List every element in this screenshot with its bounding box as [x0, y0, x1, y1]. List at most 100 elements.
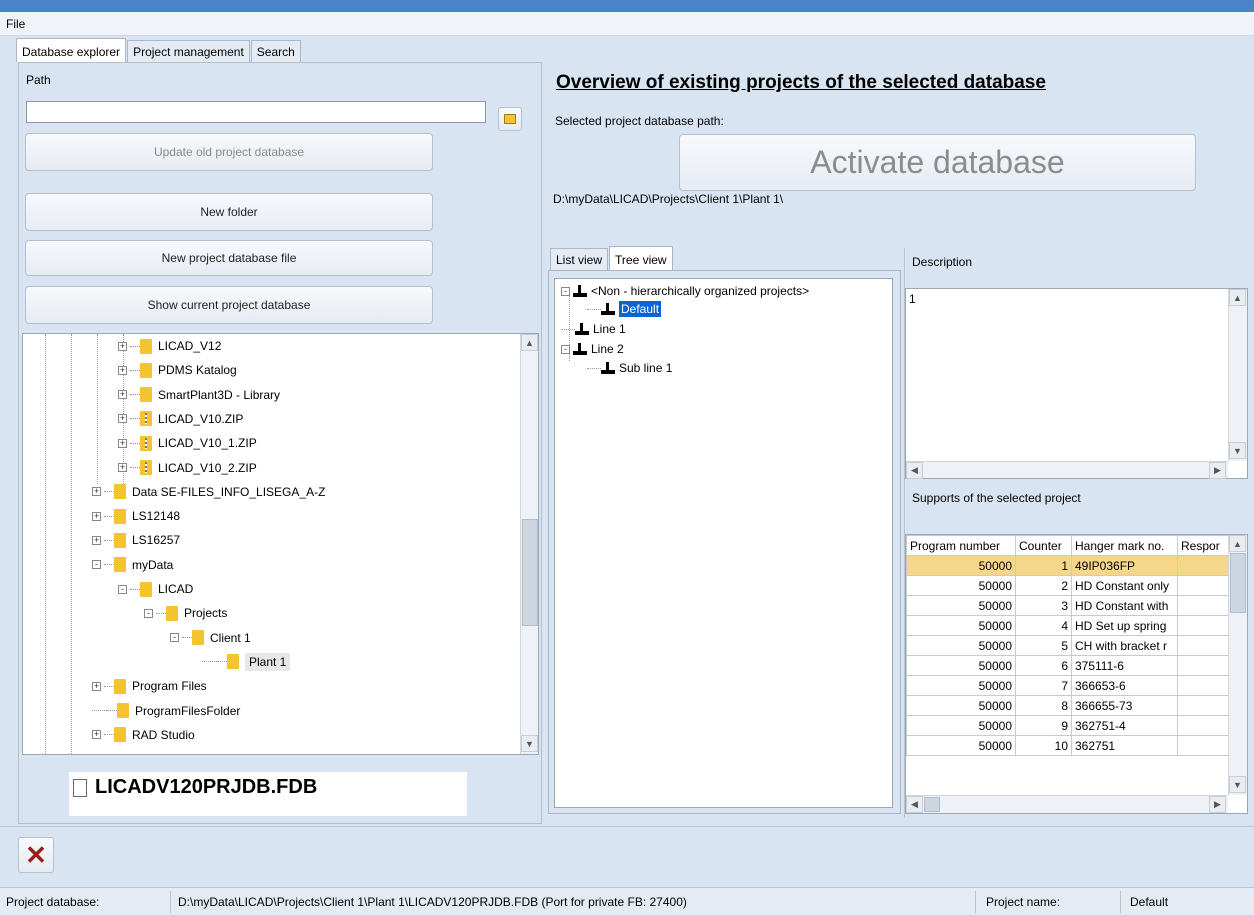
scroll-up-icon[interactable]: ▲: [1229, 289, 1246, 306]
table-row[interactable]: 50000 9 362751-4: [906, 715, 1232, 736]
scroll-up-icon[interactable]: ▲: [1229, 535, 1246, 552]
table-row[interactable]: 50000 1 49IP036FP: [906, 555, 1232, 576]
project-tree[interactable]: - <Non - hierarchically organized project…: [554, 278, 893, 808]
tab-list-view[interactable]: List view: [550, 248, 609, 270]
folder-tree[interactable]: + LICAD_V12 + PDMS Katalog + SmartPlant3D - L…: [22, 333, 539, 755]
table-row[interactable]: 50000 7 366653-6: [906, 675, 1232, 696]
scroll-up-icon[interactable]: ▲: [521, 334, 538, 351]
table-cell: 1: [1015, 555, 1072, 576]
column-header[interactable]: Respor: [1177, 535, 1232, 556]
collapse-icon[interactable]: -: [170, 633, 179, 643]
expand-icon[interactable]: +: [118, 365, 127, 375]
tab-project-management[interactable]: Project management: [127, 40, 250, 62]
folder-tree-item[interactable]: Plant 1: [202, 650, 291, 674]
scroll-right-icon[interactable]: ▶: [1209, 796, 1226, 813]
tab-search[interactable]: Search: [250, 40, 301, 62]
folder-tree-item[interactable]: - Client 1: [170, 626, 251, 650]
file-name: LICADV120PRJDB.FDB: [95, 776, 318, 798]
right-panel: Overview of existing projects of the sel…: [545, 62, 1254, 824]
scroll-thumb[interactable]: [924, 797, 940, 812]
folder-tree-item[interactable]: + LS12148: [92, 504, 180, 528]
collapse-icon[interactable]: -: [144, 608, 153, 618]
expand-icon[interactable]: +: [92, 511, 101, 521]
description-vscroll[interactable]: ▲ ▼: [1228, 289, 1247, 461]
folder-icon: [166, 605, 178, 621]
scroll-thumb[interactable]: [1230, 553, 1246, 613]
expand-icon[interactable]: +: [92, 535, 101, 545]
folder-tree-label: ProgramFilesFolder: [135, 703, 241, 718]
path-input[interactable]: [26, 101, 486, 123]
folder-tree-item[interactable]: + LICAD_V10_2.ZIP: [118, 456, 257, 480]
scroll-down-icon[interactable]: ▼: [521, 735, 538, 752]
folder-tree-scrollbar[interactable]: ▲ ▼: [520, 334, 538, 754]
table-cell: 50000: [906, 675, 1016, 696]
description-hscroll[interactable]: ◀ ▶: [906, 461, 1228, 479]
collapse-icon[interactable]: -: [92, 560, 101, 570]
table-cell: 50000: [906, 575, 1016, 596]
menu-file[interactable]: File: [6, 17, 25, 31]
folder-tree-item[interactable]: - myData: [92, 553, 173, 577]
tab-tree-view[interactable]: Tree view: [609, 246, 673, 270]
folder-tree-item[interactable]: + SmartPlant3D - Library: [118, 383, 280, 407]
folder-tree-item[interactable]: + LS16257: [92, 528, 180, 552]
folder-tree-item[interactable]: + LICAD_V10_1.ZIP: [118, 431, 257, 455]
folder-tree-item[interactable]: + Data SE-FILES_INFO_LISEGA_A-Z: [92, 480, 325, 504]
project-tree-item[interactable]: Default: [587, 299, 662, 319]
expand-icon[interactable]: +: [92, 487, 101, 497]
column-header[interactable]: Hanger mark no.: [1071, 535, 1178, 556]
table-row[interactable]: 50000 2 HD Constant only: [906, 575, 1232, 596]
folder-tree-item[interactable]: - Projects: [144, 601, 227, 625]
supports-grid[interactable]: Program number Counter Hanger mark no. Resp…: [905, 534, 1248, 814]
project-tree-item[interactable]: Sub line 1: [587, 358, 672, 378]
table-cell: 50000: [906, 615, 1016, 636]
expand-icon[interactable]: +: [92, 681, 101, 691]
scroll-left-icon[interactable]: ◀: [906, 462, 923, 479]
folder-tree-item[interactable]: + PDMS Katalog: [118, 358, 237, 382]
collapse-icon[interactable]: -: [118, 584, 127, 594]
new-project-db-file-button[interactable]: New project database file: [25, 240, 433, 276]
close-button[interactable]: ✕: [18, 837, 54, 873]
folder-tree-item[interactable]: - LICAD: [118, 577, 193, 601]
expand-icon[interactable]: +: [118, 463, 127, 472]
folder-tree-item[interactable]: + Program Files: [92, 674, 207, 698]
project-tree-item[interactable]: - <Non - hierarchically organized project…: [561, 281, 809, 301]
tab-database-explorer[interactable]: Database explorer: [16, 38, 127, 62]
menu-bar: File: [0, 12, 1254, 36]
folder-tree-item[interactable]: + RAD Studio: [92, 723, 195, 747]
folder-tree-item[interactable]: + LICAD_V12: [118, 334, 221, 358]
table-row[interactable]: 50000 4 HD Set up spring: [906, 615, 1232, 636]
table-row[interactable]: 50000 5 CH with bracket r: [906, 635, 1232, 656]
update-old-db-button[interactable]: Update old project database: [25, 133, 433, 171]
expand-icon[interactable]: +: [118, 390, 127, 400]
project-tree-item[interactable]: - Line 2: [561, 339, 624, 359]
scroll-left-icon[interactable]: ◀: [906, 796, 923, 813]
description-box[interactable]: 1 ▲ ▼ ◀ ▶: [905, 288, 1248, 479]
expand-icon[interactable]: +: [92, 730, 101, 740]
scroll-down-icon[interactable]: ▼: [1229, 776, 1246, 793]
expand-icon[interactable]: +: [118, 414, 127, 424]
supports-hscroll[interactable]: ◀ ▶: [906, 795, 1228, 813]
expand-icon[interactable]: +: [118, 341, 127, 351]
expand-icon[interactable]: +: [118, 438, 127, 448]
activate-database-button[interactable]: Activate database: [679, 134, 1196, 191]
collapse-icon[interactable]: -: [561, 286, 570, 296]
browse-folder-button[interactable]: [498, 107, 522, 131]
new-folder-button[interactable]: New folder: [25, 193, 433, 231]
table-row[interactable]: 50000 3 HD Constant with: [906, 595, 1232, 616]
table-row[interactable]: 50000 8 366655-73: [906, 695, 1232, 716]
project-tree-item[interactable]: Line 1: [561, 319, 626, 339]
table-row[interactable]: 50000 6 375111-6: [906, 655, 1232, 676]
folder-tree-label: Program Files: [132, 679, 207, 694]
folder-tree-item[interactable]: + LICAD_V10.ZIP: [118, 407, 243, 431]
folder-tree-item[interactable]: ProgramFilesFolder: [92, 699, 240, 723]
collapse-icon[interactable]: -: [561, 344, 570, 354]
table-row[interactable]: 50000 10 362751: [906, 735, 1232, 756]
folder-tree-label: LS12148: [132, 509, 181, 524]
scroll-right-icon[interactable]: ▶: [1209, 462, 1226, 479]
column-header[interactable]: Program number: [906, 535, 1016, 556]
column-header[interactable]: Counter: [1015, 535, 1072, 556]
scroll-down-icon[interactable]: ▼: [1229, 442, 1246, 459]
show-current-db-button[interactable]: Show current project database: [25, 286, 433, 324]
scroll-thumb[interactable]: [522, 519, 538, 626]
supports-vscroll[interactable]: ▲ ▼: [1228, 535, 1247, 795]
